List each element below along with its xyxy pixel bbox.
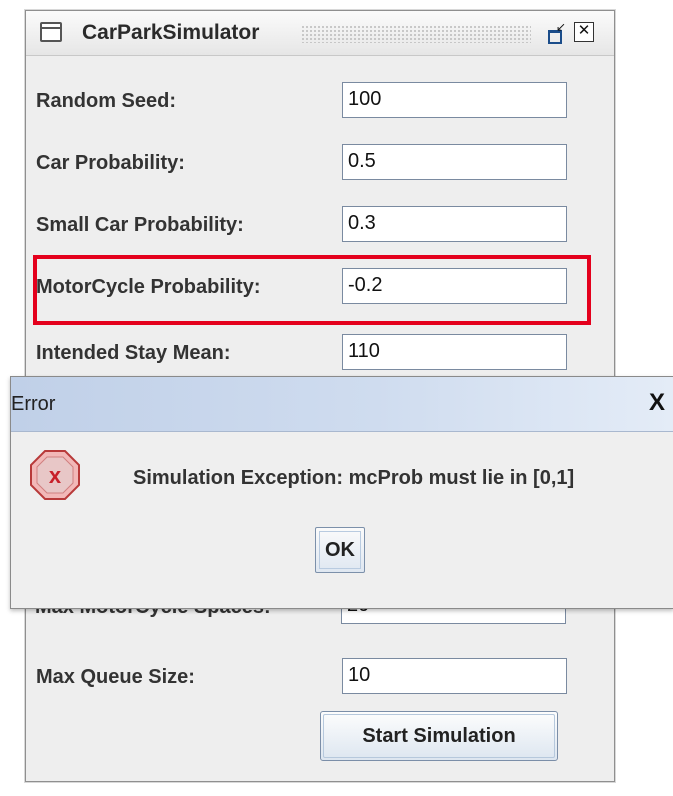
window-title: CarParkSimulator	[82, 21, 260, 44]
field-row-small-car-probability: Small Car Probability: 0.3	[26, 206, 614, 246]
restore-icon[interactable]: ↙	[544, 20, 566, 44]
window-titlebar[interactable]: CarParkSimulator ↙ ✕	[26, 11, 614, 56]
start-simulation-button[interactable]: Start Simulation	[320, 711, 558, 761]
error-field-highlight	[33, 255, 591, 325]
error-icon: x	[30, 450, 80, 500]
field-row-intended-stay-mean: Intended Stay Mean: 110	[26, 334, 614, 374]
svg-text:x: x	[49, 463, 62, 488]
window-icon	[40, 22, 62, 42]
random-seed-label: Random Seed:	[36, 90, 177, 112]
field-row-max-queue-size: Max Queue Size: 10	[26, 658, 614, 698]
small-car-probability-label: Small Car Probability:	[36, 214, 244, 236]
titlebar-texture	[301, 25, 531, 43]
field-row-random-seed: Random Seed: 100	[26, 82, 614, 122]
random-seed-input[interactable]: 100	[342, 82, 567, 118]
dialog-close-icon[interactable]: X	[649, 389, 665, 417]
close-icon[interactable]: ✕	[574, 22, 594, 42]
intended-stay-mean-input[interactable]: 110	[342, 334, 567, 370]
intended-stay-mean-label: Intended Stay Mean:	[36, 342, 231, 364]
error-dialog: Error X x Simulation Exception: mcProb m…	[10, 376, 673, 609]
error-message: Simulation Exception: mcProb must lie in…	[133, 467, 575, 489]
max-queue-size-label: Max Queue Size:	[36, 666, 195, 688]
error-dialog-titlebar[interactable]: Error X	[11, 377, 673, 432]
error-dialog-title: Error	[11, 393, 56, 415]
max-motorcycle-spaces-label: Max MotorCycle Spaces:	[35, 608, 335, 622]
field-row-car-probability: Car Probability: 0.5	[26, 144, 614, 184]
ok-button[interactable]: OK	[315, 527, 365, 573]
max-queue-size-input[interactable]: 10	[342, 658, 567, 694]
small-car-probability-input[interactable]: 0.3	[342, 206, 567, 242]
max-motorcycle-spaces-input[interactable]: 20	[341, 608, 566, 624]
car-probability-label: Car Probability:	[36, 152, 185, 174]
car-probability-input[interactable]: 0.5	[342, 144, 567, 180]
